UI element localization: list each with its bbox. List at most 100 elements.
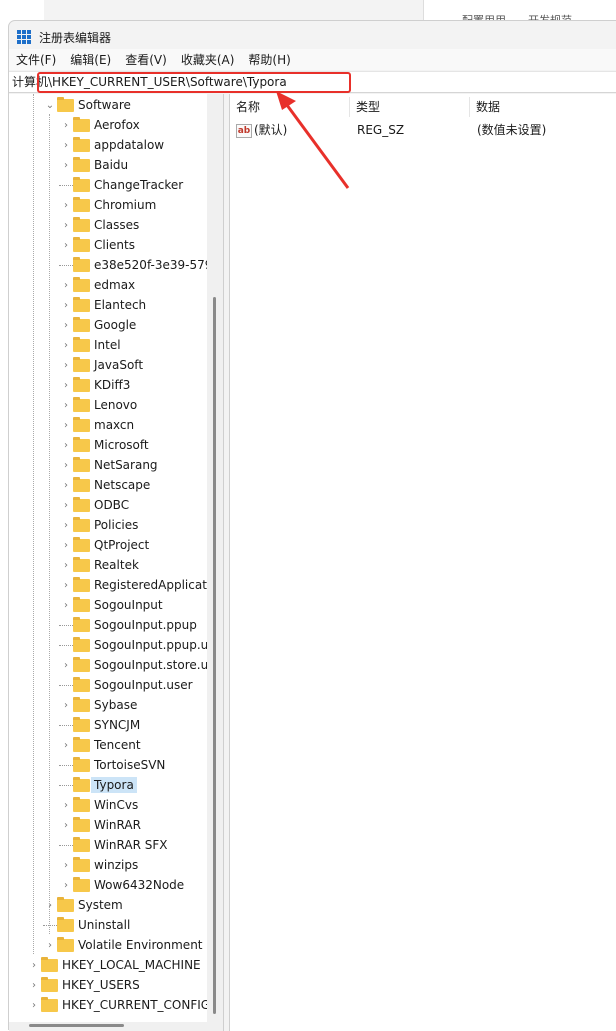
pane-splitter[interactable] bbox=[223, 94, 230, 1031]
chevron-right-icon[interactable]: › bbox=[59, 380, 73, 391]
tree-item-label: ODBC bbox=[94, 498, 130, 512]
tree-item[interactable]: › Realtek bbox=[59, 555, 139, 575]
tree-item[interactable]: Uninstall bbox=[43, 915, 130, 935]
scrollbar-thumb[interactable] bbox=[213, 297, 216, 1014]
tree-item[interactable]: › Microsoft bbox=[59, 435, 149, 455]
chevron-right-icon[interactable]: › bbox=[59, 400, 73, 411]
tree-item[interactable]: › Elantech bbox=[59, 295, 146, 315]
chevron-right-icon[interactable]: › bbox=[59, 580, 73, 591]
tree-root-item[interactable]: › HKEY_LOCAL_MACHINE bbox=[27, 955, 201, 975]
chevron-right-icon[interactable]: › bbox=[59, 360, 73, 371]
tree-item-label: NetSarang bbox=[94, 458, 158, 472]
tree-item[interactable]: › Baidu bbox=[59, 155, 128, 175]
tree-item[interactable]: › edmax bbox=[59, 275, 135, 295]
chevron-right-icon[interactable]: › bbox=[59, 560, 73, 571]
chevron-right-icon[interactable]: › bbox=[59, 320, 73, 331]
tree-item[interactable]: › WinRAR bbox=[59, 815, 141, 835]
column-data[interactable]: 数据 bbox=[470, 97, 616, 117]
tree-item[interactable]: › WinCvs bbox=[59, 795, 138, 815]
chevron-right-icon[interactable]: › bbox=[59, 860, 73, 871]
chevron-right-icon[interactable]: › bbox=[59, 280, 73, 291]
chevron-right-icon[interactable]: › bbox=[59, 540, 73, 551]
tree-root-item[interactable]: › HKEY_CURRENT_CONFIG bbox=[27, 995, 207, 1015]
tree-item[interactable]: ChangeTracker bbox=[59, 175, 183, 195]
tree-item[interactable]: › Tencent bbox=[59, 735, 141, 755]
value-data: (数值未设置) bbox=[477, 123, 547, 137]
tree-item[interactable]: › KDiff3 bbox=[59, 375, 130, 395]
tree-item[interactable]: TortoiseSVN bbox=[59, 755, 165, 775]
tree-item-software[interactable]: ⌄ Software bbox=[43, 95, 131, 115]
tree-item-label: SogouInput bbox=[94, 598, 163, 612]
menu-help[interactable]: 帮助(H) bbox=[248, 51, 290, 68]
tree-item[interactable]: SogouInput.user bbox=[59, 675, 193, 695]
chevron-right-icon[interactable]: › bbox=[59, 480, 73, 491]
chevron-right-icon[interactable]: › bbox=[27, 960, 41, 971]
tree-item[interactable]: › Volatile Environment bbox=[43, 935, 203, 955]
tree-item[interactable]: › RegisteredApplicat bbox=[59, 575, 207, 595]
tree-connector bbox=[59, 624, 73, 626]
chevron-right-icon[interactable]: › bbox=[59, 440, 73, 451]
tree-item[interactable]: › appdatalow bbox=[59, 135, 164, 155]
tree-item[interactable]: › Classes bbox=[59, 215, 139, 235]
tree-item[interactable]: e38e520f-3e39-579 bbox=[59, 255, 207, 275]
menu-file[interactable]: 文件(F) bbox=[16, 51, 56, 68]
chevron-right-icon[interactable]: › bbox=[59, 220, 73, 231]
chevron-right-icon[interactable]: › bbox=[59, 740, 73, 751]
tree-item[interactable]: › winzips bbox=[59, 855, 138, 875]
chevron-right-icon[interactable]: › bbox=[59, 240, 73, 251]
chevron-right-icon[interactable]: › bbox=[59, 300, 73, 311]
tree-item[interactable]: SogouInput.ppup.u bbox=[59, 635, 207, 655]
tree-item[interactable]: › QtProject bbox=[59, 535, 149, 555]
tree-item[interactable]: › ODBC bbox=[59, 495, 129, 515]
tree-item[interactable]: › Aerofox bbox=[59, 115, 140, 135]
chevron-right-icon[interactable]: › bbox=[59, 660, 73, 671]
menu-favorites[interactable]: 收藏夹(A) bbox=[181, 51, 235, 68]
tree-item[interactable]: › Clients bbox=[59, 235, 135, 255]
value-name: (默认) bbox=[254, 123, 288, 137]
chevron-right-icon[interactable]: › bbox=[27, 980, 41, 991]
column-type[interactable]: 类型 bbox=[350, 97, 470, 117]
chevron-down-icon[interactable]: ⌄ bbox=[43, 100, 57, 111]
tree-item[interactable]: › NetSarang bbox=[59, 455, 158, 475]
tree-item[interactable]: › Google bbox=[59, 315, 136, 335]
chevron-right-icon[interactable]: › bbox=[59, 340, 73, 351]
tree-vertical-scrollbar[interactable] bbox=[207, 94, 223, 1022]
menu-edit[interactable]: 编辑(E) bbox=[70, 51, 111, 68]
column-name[interactable]: 名称 bbox=[230, 97, 350, 117]
chevron-right-icon[interactable]: › bbox=[59, 880, 73, 891]
tree-item[interactable]: › System bbox=[43, 895, 123, 915]
tree-item[interactable]: › Intel bbox=[59, 335, 121, 355]
chevron-right-icon[interactable]: › bbox=[43, 900, 57, 911]
tree-item[interactable]: › Policies bbox=[59, 515, 138, 535]
tree-item[interactable]: WinRAR SFX bbox=[59, 835, 168, 855]
tree-item[interactable]: › JavaSoft bbox=[59, 355, 143, 375]
chevron-right-icon[interactable]: › bbox=[59, 420, 73, 431]
tree-item[interactable]: › Wow6432Node bbox=[59, 875, 184, 895]
menu-view[interactable]: 查看(V) bbox=[125, 51, 167, 68]
chevron-right-icon[interactable]: › bbox=[59, 800, 73, 811]
tree-item[interactable]: › Chromium bbox=[59, 195, 156, 215]
tree-item[interactable]: › Sybase bbox=[59, 695, 137, 715]
tree-item[interactable]: SogouInput.ppup bbox=[59, 615, 197, 635]
chevron-right-icon[interactable]: › bbox=[59, 140, 73, 151]
chevron-right-icon[interactable]: › bbox=[59, 200, 73, 211]
chevron-right-icon[interactable]: › bbox=[43, 940, 57, 951]
chevron-right-icon[interactable]: › bbox=[59, 460, 73, 471]
tree-item[interactable]: › SogouInput bbox=[59, 595, 163, 615]
tree-connector bbox=[59, 684, 73, 686]
chevron-right-icon[interactable]: › bbox=[59, 520, 73, 531]
chevron-right-icon[interactable]: › bbox=[59, 500, 73, 511]
chevron-right-icon[interactable]: › bbox=[59, 700, 73, 711]
tree-item[interactable]: › Lenovo bbox=[59, 395, 137, 415]
tree-item[interactable]: › Netscape bbox=[59, 475, 150, 495]
tree-item[interactable]: SYNCJM bbox=[59, 715, 140, 735]
tree-item[interactable]: › maxcn bbox=[59, 415, 134, 435]
chevron-right-icon[interactable]: › bbox=[59, 820, 73, 831]
tree-item[interactable]: › SogouInput.store.u bbox=[59, 655, 207, 675]
chevron-right-icon[interactable]: › bbox=[27, 1000, 41, 1011]
chevron-right-icon[interactable]: › bbox=[59, 600, 73, 611]
tree-item[interactable]: Typora bbox=[59, 775, 137, 795]
tree-root-item[interactable]: › HKEY_USERS bbox=[27, 975, 140, 995]
chevron-right-icon[interactable]: › bbox=[59, 120, 73, 131]
chevron-right-icon[interactable]: › bbox=[59, 160, 73, 171]
